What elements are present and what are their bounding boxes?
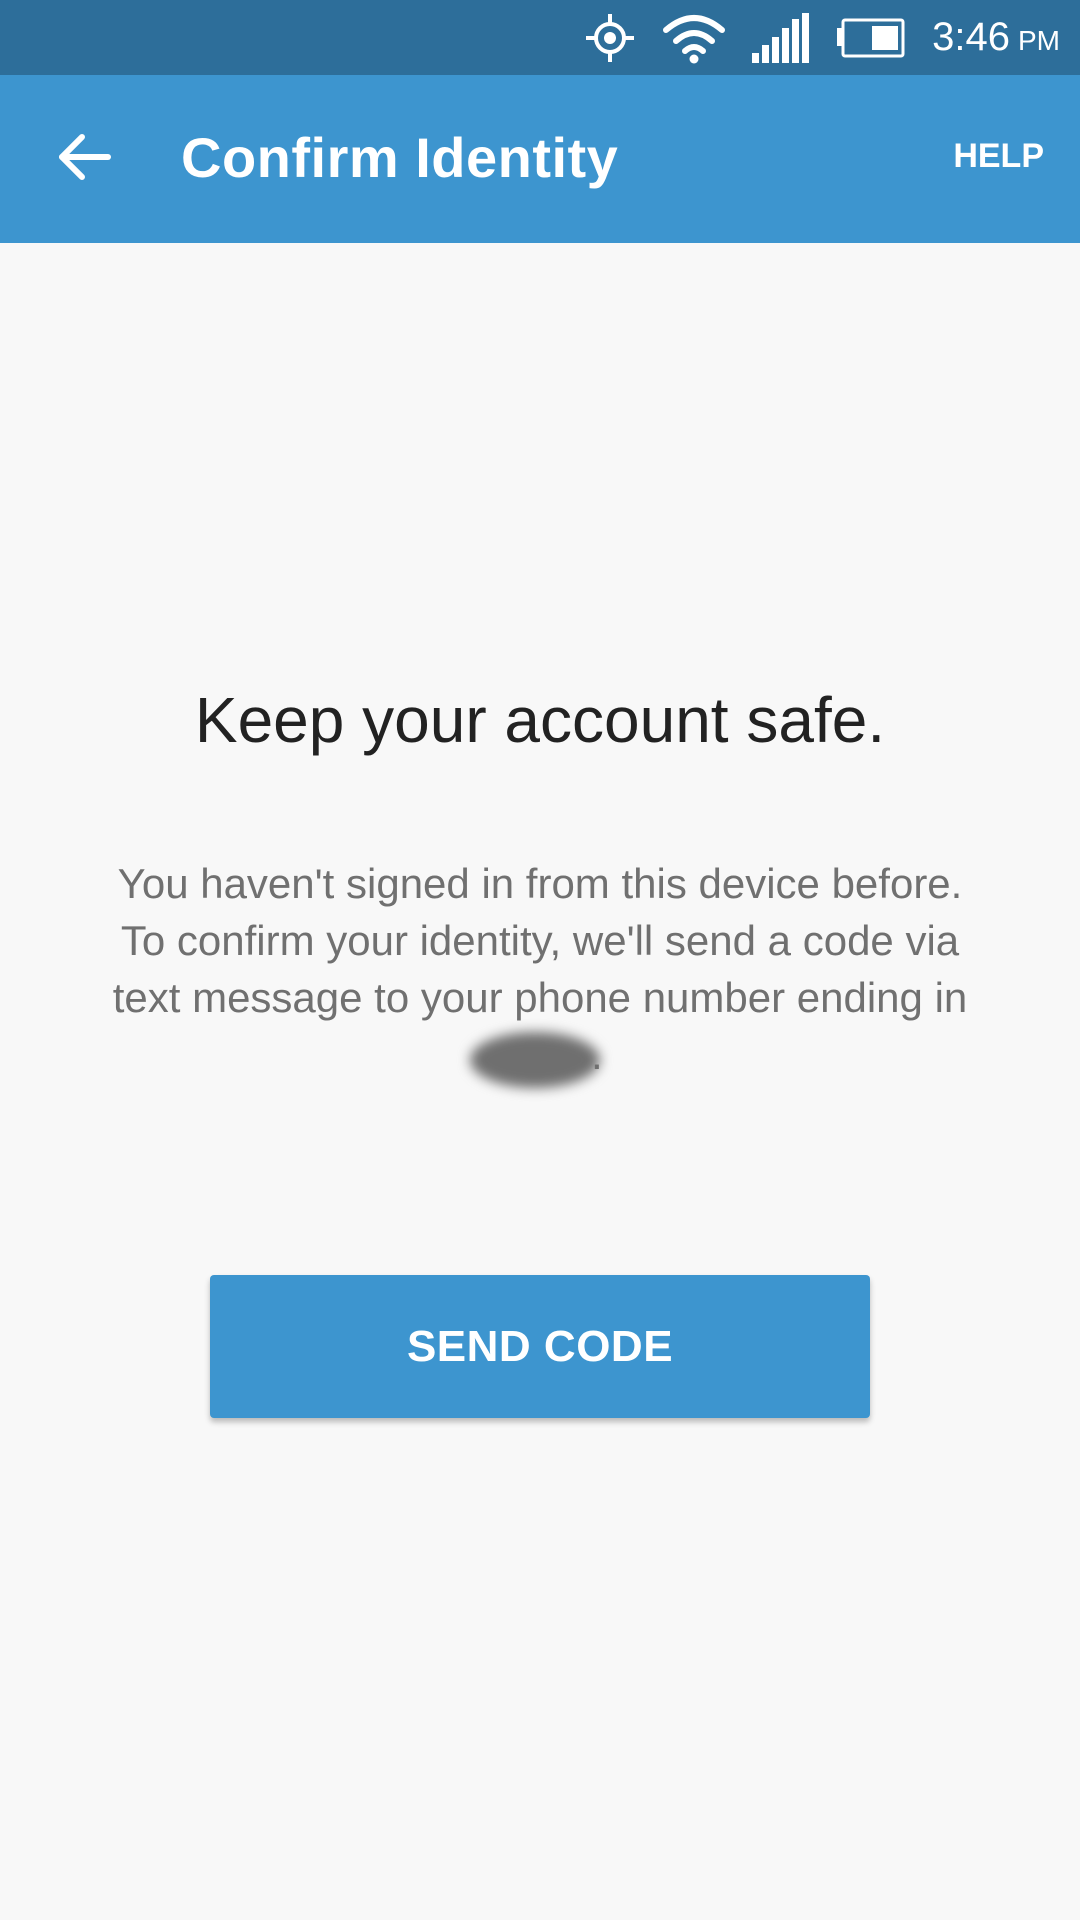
status-icons: 3:46 PM: [584, 0, 1060, 75]
identity-message: You haven't signed in from this device b…: [40, 855, 1040, 1088]
page-title: Confirm Identity: [181, 126, 619, 189]
message-line-1: You haven't signed in from this device b…: [117, 860, 963, 907]
arrow-left-icon: [56, 129, 112, 190]
gps-icon: [584, 12, 636, 64]
redacted-phone-digits: [470, 1032, 600, 1088]
clock-time: 3:46: [932, 15, 1010, 59]
message-line-3: text message to your phone number ending…: [112, 974, 968, 1021]
signal-icon: [752, 12, 810, 63]
app-bar: Confirm Identity HELP: [0, 75, 1080, 243]
message-period: .: [591, 1031, 603, 1078]
clock: 3:46 PM: [932, 15, 1060, 60]
message-line-2: To confirm your identity, we'll send a c…: [120, 917, 960, 964]
help-button[interactable]: HELP: [953, 137, 1044, 176]
wifi-icon: [662, 12, 726, 64]
battery-icon: [836, 18, 906, 58]
main-content: Keep your account safe. You haven't sign…: [0, 243, 1080, 1920]
clock-ampm: PM: [1018, 25, 1060, 56]
redacted-phone-line: .: [40, 1026, 1040, 1088]
send-code-button[interactable]: SEND CODE: [210, 1275, 870, 1418]
headline: Keep your account safe.: [194, 684, 886, 756]
status-bar: 3:46 PM: [0, 0, 1080, 75]
back-button[interactable]: [44, 119, 124, 199]
